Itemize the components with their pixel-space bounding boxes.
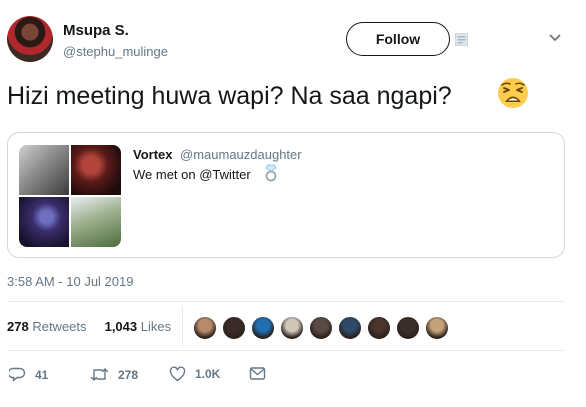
envelope-icon [249,367,266,380]
author-handle[interactable]: @stephu_mulinge [63,44,168,59]
divider [7,301,565,302]
quoted-tweet-media[interactable] [19,145,121,247]
media-photo-2[interactable] [71,145,121,195]
liker-avatar[interactable] [251,316,275,340]
liker-avatar[interactable] [425,316,449,340]
liker-avatar[interactable] [338,316,362,340]
retweet-icon [90,368,109,381]
divider [182,306,183,348]
retweets-label[interactable]: Retweets [32,319,86,334]
media-photo-1[interactable] [19,145,69,195]
media-photo-4[interactable] [71,197,121,247]
chevron-down-icon[interactable] [548,30,562,44]
quoted-author-name: Vortex [133,147,173,162]
author-name[interactable]: Msupa S. [63,22,129,39]
divider [7,350,565,351]
direct-message-button[interactable] [249,366,275,381]
liker-avatar[interactable] [193,316,217,340]
like-button[interactable]: 1.0K [169,366,220,382]
quoted-tweet-text: We met on @Twitter [133,167,251,182]
liker-avatar[interactable] [309,316,333,340]
engagement-stats: 278 Retweets 1,043 Likes [7,319,171,334]
tweet-text: Hizi meeting huwa wapi? Na saa ngapi? [7,82,452,110]
follow-button[interactable]: Follow [346,22,450,56]
account-card-icon[interactable] [455,33,468,46]
ring-icon [265,164,277,182]
tweet-timestamp[interactable]: 3:58 AM - 10 Jul 2019 [7,274,133,289]
liker-avatar[interactable] [222,316,246,340]
reply-button[interactable]: 41 [9,366,48,383]
weary-face-emoji-icon [498,78,528,108]
retweet-count[interactable]: 278 [7,319,29,334]
like-action-count: 1.0K [195,367,221,381]
like-count[interactable]: 1,043 [105,319,138,334]
author-avatar[interactable] [7,16,53,62]
heart-icon [169,366,186,382]
media-photo-3[interactable] [19,197,69,247]
liker-avatar[interactable] [367,316,391,340]
retweet-action-count: 278 [118,367,139,382]
retweet-button[interactable]: 278 [90,366,138,383]
reply-icon [9,367,26,382]
likes-label[interactable]: Likes [141,319,171,334]
liker-avatar[interactable] [280,316,304,340]
quoted-author-handle: @maumauzdaughter [180,147,302,162]
reply-count: 41 [35,367,49,382]
liker-avatar[interactable] [396,316,420,340]
